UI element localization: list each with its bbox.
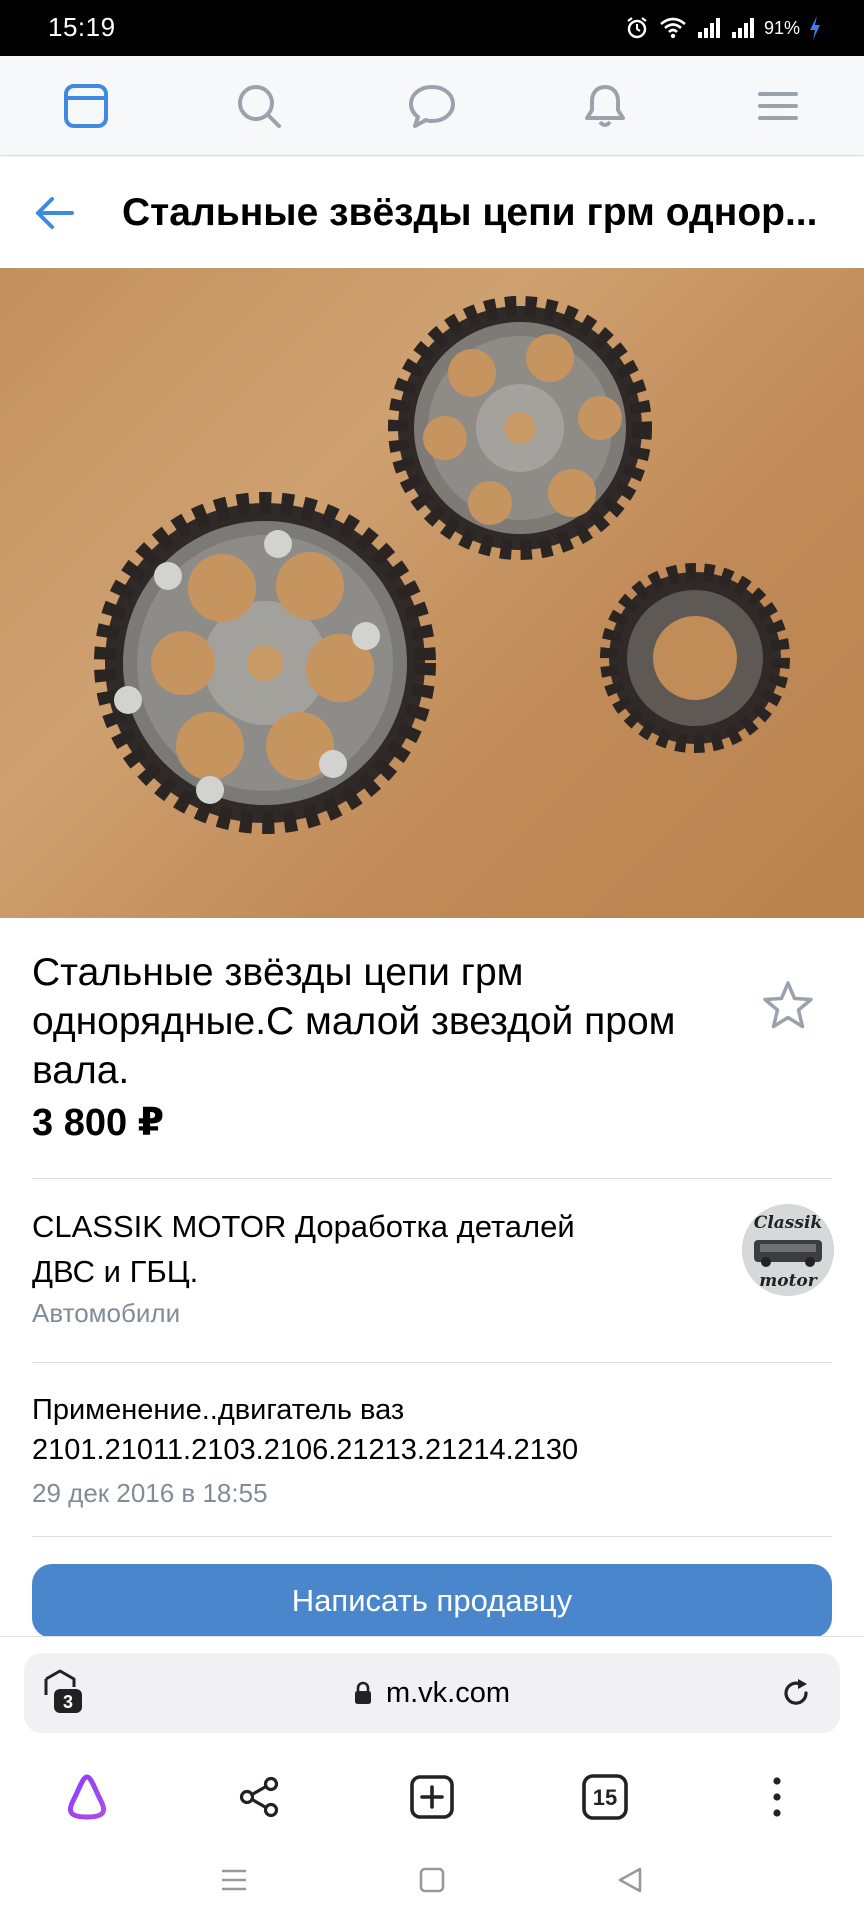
page-title: Стальные звёзды цепи грм однор... (122, 191, 818, 234)
wifi-icon (658, 15, 688, 41)
alarm-icon (624, 15, 650, 41)
post-date: 29 дек 2016 в 18:55 (32, 1478, 268, 1508)
home-square-icon (419, 1867, 445, 1893)
search-icon (238, 85, 281, 128)
product-photo[interactable] (0, 268, 864, 918)
tabs-count-icon: 15 (582, 1774, 628, 1820)
product-photo-image (94, 296, 790, 834)
alice-icon (67, 1774, 107, 1820)
feed-icon (64, 84, 108, 128)
tabs-button[interactable]: 15 (573, 1765, 637, 1829)
signal-icon (696, 16, 722, 40)
reload-button[interactable] (770, 1667, 822, 1719)
page-header: Стальные звёзды цепи грм однор... (0, 157, 864, 267)
star-icon (763, 981, 813, 1029)
back-system-button[interactable] (608, 1858, 652, 1902)
nav-notifications-button[interactable] (579, 80, 631, 132)
battery-level: 91% (763, 17, 800, 38)
favorite-button[interactable] (758, 976, 818, 1036)
seller-category: Автомобили (32, 1298, 181, 1328)
battery-charging-icon (808, 15, 822, 41)
product-description: Применение..двигатель ваз 2101.21011.210… (32, 1394, 579, 1466)
seller-name[interactable]: CLASSIK MOTOR Доработка деталей ДВС и ГБ… (32, 1204, 632, 1294)
back-button[interactable] (28, 187, 80, 239)
signal-icon (730, 16, 756, 40)
gear-medium (388, 296, 652, 560)
classik-motor-logo: Classik motor (742, 1204, 834, 1296)
address-bar[interactable]: 3 m.vk.com (24, 1653, 840, 1733)
alice-button[interactable] (55, 1765, 119, 1829)
reload-icon (784, 1679, 808, 1705)
lock-icon (354, 1681, 371, 1704)
seller-avatar[interactable]: Classik motor (742, 1204, 834, 1296)
back-triangle-icon (618, 1867, 642, 1893)
tabs-count: 15 (593, 1785, 617, 1810)
nav-menu-button[interactable] (752, 80, 804, 132)
product-title: Стальные звёзды цепи грм однорядные.С ма… (32, 951, 676, 1092)
menu-icon (758, 92, 798, 120)
status-time: 15:19 (48, 12, 116, 42)
divider (32, 1178, 832, 1179)
system-nav-bar (0, 1840, 864, 1920)
recent-apps-button[interactable] (212, 1858, 256, 1902)
nav-search-button[interactable] (233, 80, 285, 132)
gear-large (94, 492, 436, 834)
more-menu-button[interactable] (745, 1765, 809, 1829)
url-text: m.vk.com (385, 1676, 511, 1709)
gear-small (600, 563, 790, 753)
home-button[interactable] (410, 1858, 454, 1902)
svg-text:Classik: Classik (754, 1213, 822, 1233)
recent-apps-icon (222, 1869, 246, 1891)
share-button[interactable] (227, 1765, 291, 1829)
status-bar: 15:19 91% (0, 0, 864, 56)
vk-top-nav (0, 56, 864, 156)
notifications-icon (585, 85, 625, 127)
messages-icon (409, 85, 455, 128)
nav-messages-button[interactable] (406, 80, 458, 132)
divider (32, 1362, 832, 1363)
plus-square-icon (410, 1775, 454, 1819)
divider (32, 1536, 832, 1537)
status-icons: 91% (624, 12, 822, 44)
product-price: 3 800 ₽ (32, 1102, 165, 1144)
more-vertical-icon (773, 1777, 781, 1817)
url-display[interactable]: m.vk.com (24, 1653, 840, 1733)
share-icon (239, 1776, 279, 1818)
new-tab-button[interactable] (400, 1765, 464, 1829)
browser-toolbar: 15 (0, 1755, 864, 1839)
arrow-left-icon (36, 197, 74, 229)
nav-feed-button[interactable] (60, 80, 112, 132)
svg-text:motor: motor (759, 1271, 818, 1291)
write-seller-button[interactable]: Написать продавцу (32, 1564, 832, 1638)
